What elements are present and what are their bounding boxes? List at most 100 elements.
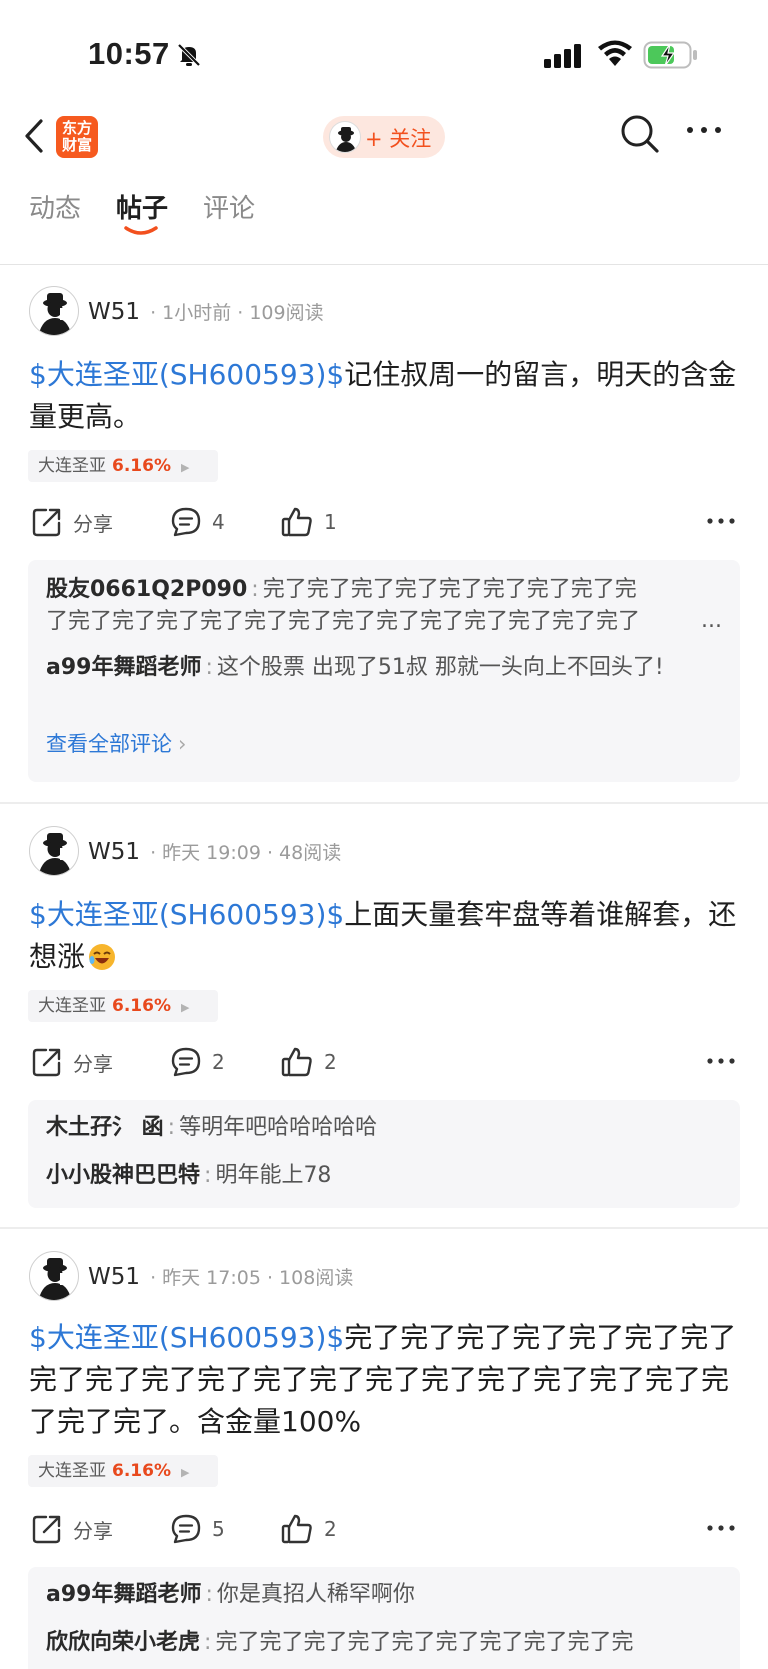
tab-posts[interactable]: 帖子: [116, 188, 168, 225]
post-content[interactable]: $大连圣亚(SH600593)$记住叔周一的留言，明天的含金量更高。: [29, 354, 741, 438]
comment-item[interactable]: a99年舞蹈老师: 这个股票 出现了51叔 那就一头向上不回头了!: [46, 652, 726, 684]
stock-link[interactable]: $大连圣亚(SH600593)$: [29, 898, 344, 931]
post-meta: · 1小时前 · 109阅读: [150, 302, 324, 324]
stock-tag[interactable]: 大连圣亚 6.16% ▶: [28, 990, 218, 1022]
stock-tag-name: 大连圣亚: [38, 996, 106, 1016]
comment-icon: [171, 1047, 201, 1077]
comment-user[interactable]: a99年舞蹈老师: [46, 655, 201, 680]
post-author-line: W51 · 1小时前 · 109阅读: [88, 298, 324, 325]
share-label: 分享: [73, 1051, 113, 1076]
comment-user[interactable]: 欣欣向荣小老虎: [46, 1630, 200, 1655]
comment-item[interactable]: 欣欣向荣小老虎: 完了完了完了完了完了完了完了完了完了完: [46, 1627, 726, 1661]
like-button[interactable]: 2: [280, 1509, 337, 1549]
stock-tag-percent: 6.16%: [112, 996, 171, 1016]
stock-tag[interactable]: 大连圣亚 6.16% ▶: [28, 1455, 218, 1487]
comment-user[interactable]: a99年舞蹈老师: [46, 1582, 201, 1607]
comment-text: 你是真招人稀罕啊你: [216, 1582, 415, 1607]
stock-link[interactable]: $大连圣亚(SH600593)$: [29, 1321, 344, 1354]
battery-charging-icon: [643, 41, 697, 69]
like-count: 2: [324, 1050, 337, 1074]
post-card[interactable]: W51 · 昨天 17:05 · 108阅读 $大连圣亚(SH600593)$完…: [0, 1231, 768, 1669]
author-name[interactable]: W51: [88, 299, 140, 325]
comment-count: 2: [212, 1050, 225, 1074]
status-time: 10:57: [88, 36, 170, 71]
author-avatar[interactable]: [29, 826, 79, 876]
comment-user[interactable]: 木土孖氵 函: [46, 1115, 164, 1140]
thumbs-up-icon: [281, 507, 312, 537]
comment-text: 等明年吧哈哈哈哈哈: [179, 1115, 378, 1140]
share-label: 分享: [73, 511, 113, 536]
share-button[interactable]: 分享: [31, 502, 113, 542]
post-content[interactable]: $大连圣亚(SH600593)$上面天量套牢盘等着谁解套，还想涨: [29, 894, 741, 978]
more-options-icon[interactable]: [706, 1523, 736, 1533]
tab-bar: 动态 帖子 评论: [0, 184, 768, 244]
post-actions: 分享 4 1: [0, 502, 768, 542]
comment-button[interactable]: 5: [170, 1509, 225, 1549]
status-bar: 10:57: [0, 0, 768, 104]
like-button[interactable]: 2: [280, 1042, 337, 1082]
post-card[interactable]: W51 · 1小时前 · 109阅读 $大连圣亚(SH600593)$记住叔周一…: [0, 266, 768, 802]
tab-comments[interactable]: 评论: [203, 188, 255, 225]
stock-link[interactable]: $大连圣亚(SH600593)$: [29, 358, 344, 391]
share-icon: [32, 1515, 61, 1544]
bell-mute-icon: [177, 43, 201, 67]
comment-text: 明年能上78: [215, 1163, 332, 1188]
comments-preview[interactable]: 木土孖氵 函: 等明年吧哈哈哈哈哈 小小股神巴巴特: 明年能上78: [28, 1100, 740, 1208]
avatar: [329, 121, 361, 153]
more-options-icon[interactable]: [706, 1056, 736, 1066]
like-button[interactable]: 1: [280, 502, 337, 542]
author-avatar[interactable]: [29, 1251, 79, 1301]
thumbs-up-icon: [281, 1047, 312, 1077]
stock-tag-percent: 6.16%: [112, 456, 171, 476]
comment-ellipsis: ...: [701, 608, 722, 633]
comment-item[interactable]: a99年舞蹈老师: 你是真招人稀罕啊你: [46, 1579, 726, 1611]
more-options-icon[interactable]: [706, 516, 736, 526]
comments-preview[interactable]: 股友0661Q2P090: 完了完了完了完了完了完了完了完了完了完了完了完了完了完…: [28, 560, 740, 782]
laughing-emoji-icon: [89, 944, 116, 970]
comment-button[interactable]: 2: [170, 1042, 225, 1082]
post-author-line: W51 · 昨天 17:05 · 108阅读: [88, 1263, 353, 1290]
back-arrow-icon[interactable]: [22, 116, 46, 156]
tab-dynamics[interactable]: 动态: [29, 188, 81, 225]
chevron-right-icon: ›: [178, 732, 187, 756]
thumbs-up-icon: [281, 1514, 312, 1544]
comment-icon: [171, 1514, 201, 1544]
share-button[interactable]: 分享: [31, 1042, 113, 1082]
divider: [0, 264, 768, 265]
author-name[interactable]: W51: [88, 839, 140, 865]
comment-item[interactable]: 木土孖氵 函: 等明年吧哈哈哈哈哈: [46, 1112, 726, 1144]
post-actions: 分享 2 2: [0, 1042, 768, 1082]
author-name[interactable]: W51: [88, 1264, 140, 1290]
caret-right-icon: ▶: [180, 1466, 190, 1479]
comment-item[interactable]: 小小股神巴巴特: 明年能上78: [46, 1160, 726, 1192]
follow-label: + 关注: [365, 127, 432, 151]
comments-preview[interactable]: a99年舞蹈老师: 你是真招人稀罕啊你 欣欣向荣小老虎: 完了完了完了完了完了完了完…: [28, 1567, 740, 1669]
stock-tag[interactable]: 大连圣亚 6.16% ▶: [28, 450, 218, 482]
comment-user[interactable]: 股友0661Q2P090: [46, 577, 247, 602]
comment-count: 5: [212, 1517, 225, 1541]
stock-tag-percent: 6.16%: [112, 1461, 171, 1481]
wifi-icon: [598, 40, 632, 66]
stock-tag-name: 大连圣亚: [38, 456, 106, 476]
post-card[interactable]: W51 · 昨天 19:09 · 48阅读 $大连圣亚(SH600593)$上面…: [0, 806, 768, 1226]
search-icon[interactable]: [620, 114, 660, 154]
comment-text: 这个股票 出现了51叔 那就一头向上不回头了!: [216, 655, 664, 680]
comment-count: 4: [212, 510, 225, 534]
caret-right-icon: ▶: [180, 461, 190, 474]
more-options-icon[interactable]: [685, 124, 723, 136]
share-button[interactable]: 分享: [31, 1509, 113, 1549]
comment-user[interactable]: 小小股神巴巴特: [46, 1163, 200, 1188]
follow-button[interactable]: + 关注: [323, 116, 445, 158]
post-actions: 分享 5 2: [0, 1509, 768, 1549]
view-all-comments-link[interactable]: 查看全部评论 ›: [46, 728, 186, 758]
divider: [0, 802, 768, 804]
app-logo: 东方 财富: [56, 116, 98, 158]
caret-right-icon: ▶: [180, 1001, 190, 1014]
share-label: 分享: [73, 1518, 113, 1543]
comment-button[interactable]: 4: [170, 502, 225, 542]
comment-item[interactable]: 股友0661Q2P090: 完了完了完了完了完了完了完了完了完了完了完了完了完了完…: [46, 574, 656, 638]
tab-active-indicator: [124, 226, 158, 235]
post-content[interactable]: $大连圣亚(SH600593)$完了完了完了完了完了完了完了完了完了完了完了完了…: [29, 1317, 741, 1443]
author-avatar[interactable]: [29, 286, 79, 336]
nav-bar: 东方 财富 + 关注: [0, 104, 768, 168]
